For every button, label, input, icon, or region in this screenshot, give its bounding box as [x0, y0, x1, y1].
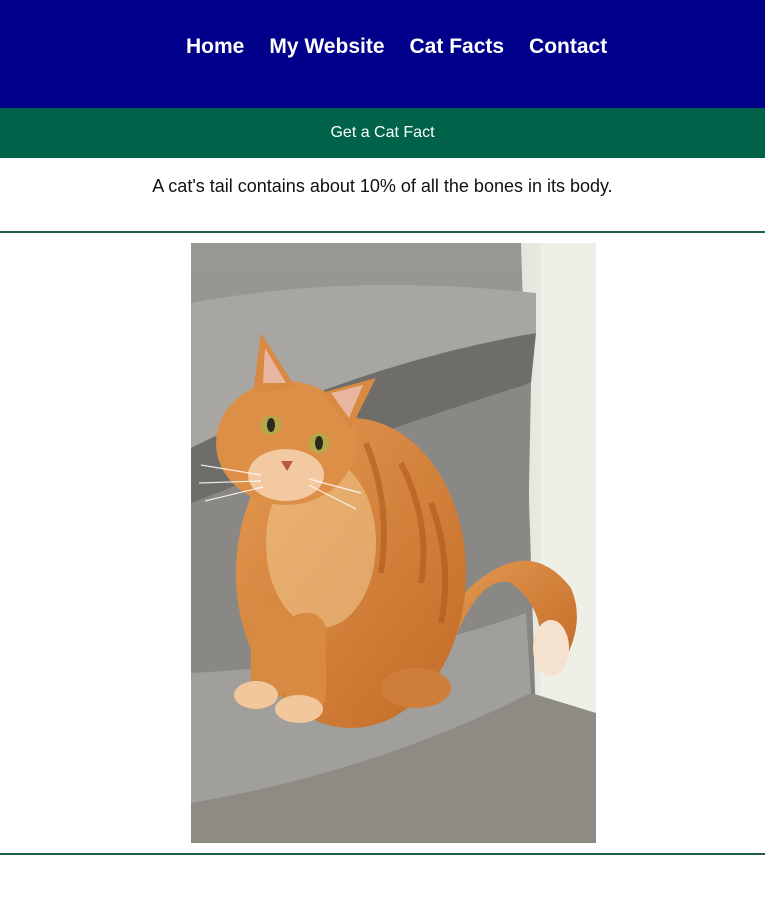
nav-item-home: Home — [186, 33, 244, 61]
nav-item-my-website: My Website — [269, 33, 384, 61]
top-navigation: Home My Website Cat Facts Contact — [0, 0, 765, 108]
get-cat-fact-button[interactable]: Get a Cat Fact — [320, 118, 444, 148]
nav-item-contact: Contact — [529, 33, 607, 61]
nav-link-cat-facts[interactable]: Cat Facts — [410, 33, 505, 61]
nav-link-contact[interactable]: Contact — [529, 33, 607, 61]
cat-fact-text: A cat's tail contains about 10% of all t… — [152, 176, 613, 196]
divider-bottom — [0, 853, 765, 855]
divider-top — [0, 231, 765, 233]
nav-link-my-website[interactable]: My Website — [269, 33, 384, 61]
nav-list: Home My Website Cat Facts Contact — [186, 33, 607, 61]
cat-photo-illustration — [191, 243, 596, 843]
nav-link-home[interactable]: Home — [186, 33, 244, 61]
fact-bar: Get a Cat Fact — [0, 108, 765, 158]
nav-item-cat-facts: Cat Facts — [410, 33, 505, 61]
cat-photo — [191, 243, 596, 843]
